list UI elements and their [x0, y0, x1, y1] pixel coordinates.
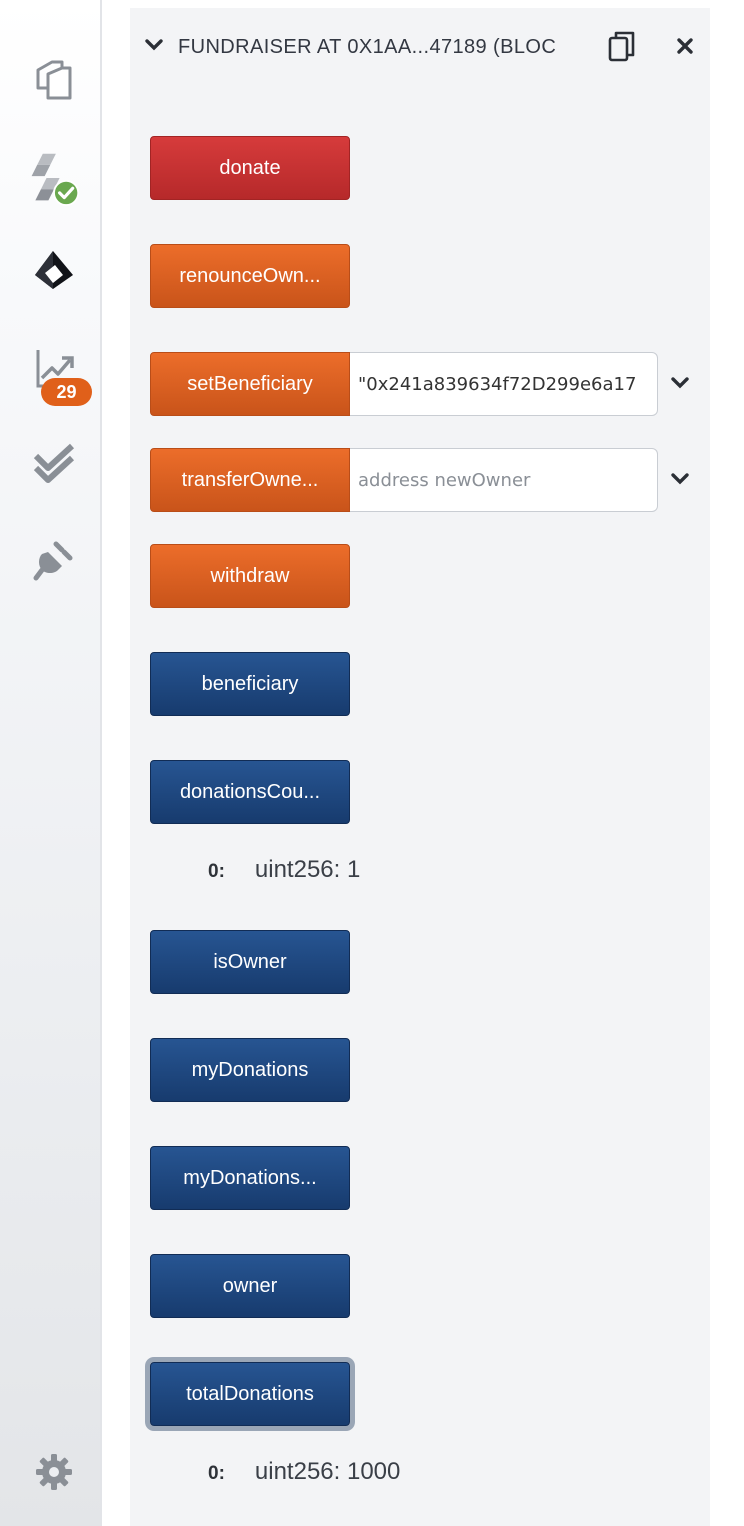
new-owner-input[interactable] — [350, 448, 658, 512]
set-beneficiary-input[interactable] — [350, 352, 658, 416]
file-explorer-icon[interactable] — [26, 52, 82, 108]
result-value: uint256: 1 — [254, 856, 361, 883]
settings-gear-icon[interactable] — [34, 1452, 74, 1492]
result-value: uint256: 1000 — [254, 1458, 401, 1485]
is-owner-button[interactable]: isOwner — [150, 930, 350, 994]
analysis-warning-count-badge: 29 — [41, 378, 92, 406]
chevron-down-icon[interactable] — [670, 376, 690, 390]
instance-title[interactable]: FUNDRAISER AT 0X1AA...47189 (BLOC — [178, 36, 578, 59]
donate-button[interactable]: donate — [150, 136, 350, 200]
total-donations-button[interactable]: totalDonations — [150, 1362, 350, 1426]
beneficiary-button[interactable]: beneficiary — [150, 652, 350, 716]
renounce-ownership-button[interactable]: renounceOwn... — [150, 244, 350, 308]
my-donations-button[interactable]: myDonations — [150, 1038, 350, 1102]
donations-count-result: 0: uint256: 1 — [208, 856, 360, 886]
copy-icon[interactable] — [607, 30, 637, 64]
result-index: 0: — [208, 1463, 225, 1484]
icon-panel: 29 — [0, 0, 102, 1526]
chevron-down-icon[interactable] — [144, 38, 164, 52]
close-icon[interactable] — [675, 36, 695, 56]
deploy-run-icon[interactable] — [26, 244, 82, 300]
donations-count-button[interactable]: donationsCou... — [150, 760, 350, 824]
instance-header[interactable]: FUNDRAISER AT 0X1AA...47189 (BLOC — [130, 22, 710, 72]
transfer-ownership-button[interactable]: transferOwne... — [150, 448, 350, 512]
my-donations-count-button[interactable]: myDonations... — [150, 1146, 350, 1210]
contract-instance-panel: FUNDRAISER AT 0X1AA...47189 (BLOC donate… — [130, 8, 710, 1526]
set-beneficiary-button[interactable]: setBeneficiary — [150, 352, 350, 416]
total-donations-result: 0: uint256: 1000 — [208, 1458, 400, 1488]
plugin-manager-icon[interactable] — [26, 532, 82, 588]
result-index: 0: — [208, 861, 225, 882]
testing-icon[interactable] — [26, 434, 82, 490]
chevron-down-icon[interactable] — [670, 472, 690, 486]
withdraw-button[interactable]: withdraw — [150, 544, 350, 608]
solidity-compiler-icon[interactable] — [26, 150, 82, 206]
owner-button[interactable]: owner — [150, 1254, 350, 1318]
